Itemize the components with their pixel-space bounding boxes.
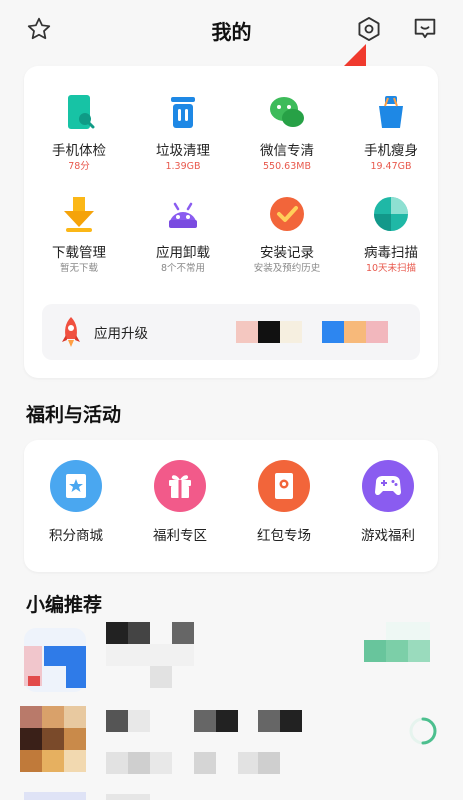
tool-trash-clean[interactable]: 垃圾清理 1.39GB xyxy=(133,92,233,173)
download-progress-icon[interactable] xyxy=(408,716,438,746)
upgrade-app-thumb xyxy=(280,321,302,343)
tool-name: 垃圾清理 xyxy=(156,143,210,159)
trash-clean-icon xyxy=(163,92,203,132)
pixel-block xyxy=(64,706,86,728)
gamepad-icon xyxy=(362,460,414,512)
pixel-block xyxy=(42,728,64,750)
welfare-item-label: 游戏福利 xyxy=(361,528,415,544)
tool-status: 550.63MB xyxy=(263,161,311,172)
pixel-block xyxy=(106,622,128,644)
download-icon xyxy=(59,194,99,234)
welfare-item-label: 福利专区 xyxy=(153,528,207,544)
welfare-item-label: 积分商城 xyxy=(49,528,103,544)
tool-name: 微信专清 xyxy=(260,143,314,159)
pixel-block xyxy=(106,794,150,800)
rocket-icon xyxy=(60,316,82,348)
pixel-block xyxy=(28,676,40,686)
tool-wechat-clean[interactable]: 微信专清 550.63MB xyxy=(237,92,337,173)
tool-name: 手机瘦身 xyxy=(364,143,418,159)
section-title-welfare: 福利与活动 xyxy=(26,404,122,426)
tool-name: 应用卸载 xyxy=(156,245,210,261)
pixel-block xyxy=(194,752,216,774)
tool-phone-slim[interactable]: 手机瘦身 19.47GB xyxy=(341,92,441,173)
points-mall-icon xyxy=(50,460,102,512)
pixel-block xyxy=(20,706,42,728)
pixel-block xyxy=(258,710,280,732)
tool-download-manager[interactable]: 下载管理 暂无下载 xyxy=(29,194,129,275)
pixel-block xyxy=(64,750,86,772)
pixel-block xyxy=(194,710,216,732)
upgrade-app-thumb xyxy=(258,321,280,343)
virus-scan-icon xyxy=(371,194,411,234)
pixel-block xyxy=(42,750,64,772)
pixel-block xyxy=(150,752,172,774)
pixel-block xyxy=(44,646,86,666)
pixel-block xyxy=(106,644,194,666)
pixel-block xyxy=(128,622,150,644)
phone-checkup-icon xyxy=(59,92,99,132)
tool-status: 19.47GB xyxy=(370,161,412,172)
pixel-block xyxy=(128,710,150,732)
pixel-block xyxy=(150,666,172,688)
pixel-block xyxy=(386,622,430,640)
pixel-block xyxy=(106,752,128,774)
wechat-clean-icon xyxy=(267,92,307,132)
pixel-block xyxy=(386,640,408,662)
tool-status: 安装及预约历史 xyxy=(253,263,321,274)
tool-status: 78分 xyxy=(68,161,90,172)
upgrade-app-thumb xyxy=(366,321,388,343)
pixel-block xyxy=(280,710,302,732)
pixel-block xyxy=(24,792,86,800)
tool-status: 1.39GB xyxy=(165,161,201,172)
pixel-block xyxy=(20,728,42,750)
pixel-block xyxy=(42,706,64,728)
tool-status: 10天未扫描 xyxy=(365,263,417,274)
app-upgrade-label: 应用升级 xyxy=(94,326,148,342)
welfare-item-label: 红包专场 xyxy=(257,528,311,544)
upgrade-app-thumb xyxy=(236,321,258,343)
tool-name: 手机体检 xyxy=(52,143,106,159)
tool-name: 下载管理 xyxy=(52,245,106,261)
welfare-item-points-mall[interactable]: 积分商城 xyxy=(26,460,126,544)
gift-icon xyxy=(154,460,206,512)
tool-install-record[interactable]: 安装记录 安装及预约历史 xyxy=(237,194,337,275)
phone-slim-icon xyxy=(371,92,411,132)
tool-virus-scan[interactable]: 病毒扫描 10天未扫描 xyxy=(341,194,441,275)
pixel-block xyxy=(258,752,280,774)
tool-app-uninstall[interactable]: 应用卸载 8个不常用 xyxy=(133,194,233,275)
tool-status: 暂无下载 xyxy=(59,263,98,274)
welfare-item-gift-zone[interactable]: 福利专区 xyxy=(130,460,230,544)
tool-status: 8个不常用 xyxy=(160,263,206,274)
recommend-item[interactable] xyxy=(0,706,463,786)
welfare-item-red-packet[interactable]: 红包专场 xyxy=(234,460,334,544)
section-title-recommend: 小编推荐 xyxy=(26,594,103,616)
app-upgrade-bar[interactable]: 应用升级 xyxy=(42,304,420,360)
pixel-block xyxy=(128,752,150,774)
install-record-icon xyxy=(267,194,307,234)
upgrade-app-thumb xyxy=(322,321,344,343)
settings-icon[interactable] xyxy=(354,14,384,44)
welfare-item-game-benefits[interactable]: 游戏福利 xyxy=(338,460,438,544)
tool-name: 病毒扫描 xyxy=(364,245,418,261)
welfare-card: 积分商城 福利专区 红包专场 游戏福利 xyxy=(24,440,438,572)
tool-name: 安装记录 xyxy=(260,245,314,261)
pixel-block xyxy=(66,666,86,688)
pixel-block xyxy=(20,750,42,772)
top-bar: 我的 xyxy=(0,0,463,60)
pixel-block xyxy=(364,640,386,662)
pixel-block xyxy=(216,710,238,732)
tool-phone-checkup[interactable]: 手机体检 78分 xyxy=(29,92,129,173)
pixel-block xyxy=(408,640,430,662)
pixel-block xyxy=(172,622,194,644)
pixel-block xyxy=(238,752,260,774)
recommend-item[interactable] xyxy=(0,622,463,700)
app-uninstall-icon xyxy=(163,194,203,234)
message-icon[interactable] xyxy=(410,14,440,44)
tools-card: 手机体检 78分 垃圾清理 1.39GB 微信专清 550.63MB 手机瘦身 … xyxy=(24,66,438,378)
pixel-block xyxy=(106,710,128,732)
upgrade-app-thumb xyxy=(344,321,366,343)
red-packet-icon xyxy=(258,460,310,512)
page-title: 我的 xyxy=(211,20,252,44)
pixel-block xyxy=(64,728,86,750)
